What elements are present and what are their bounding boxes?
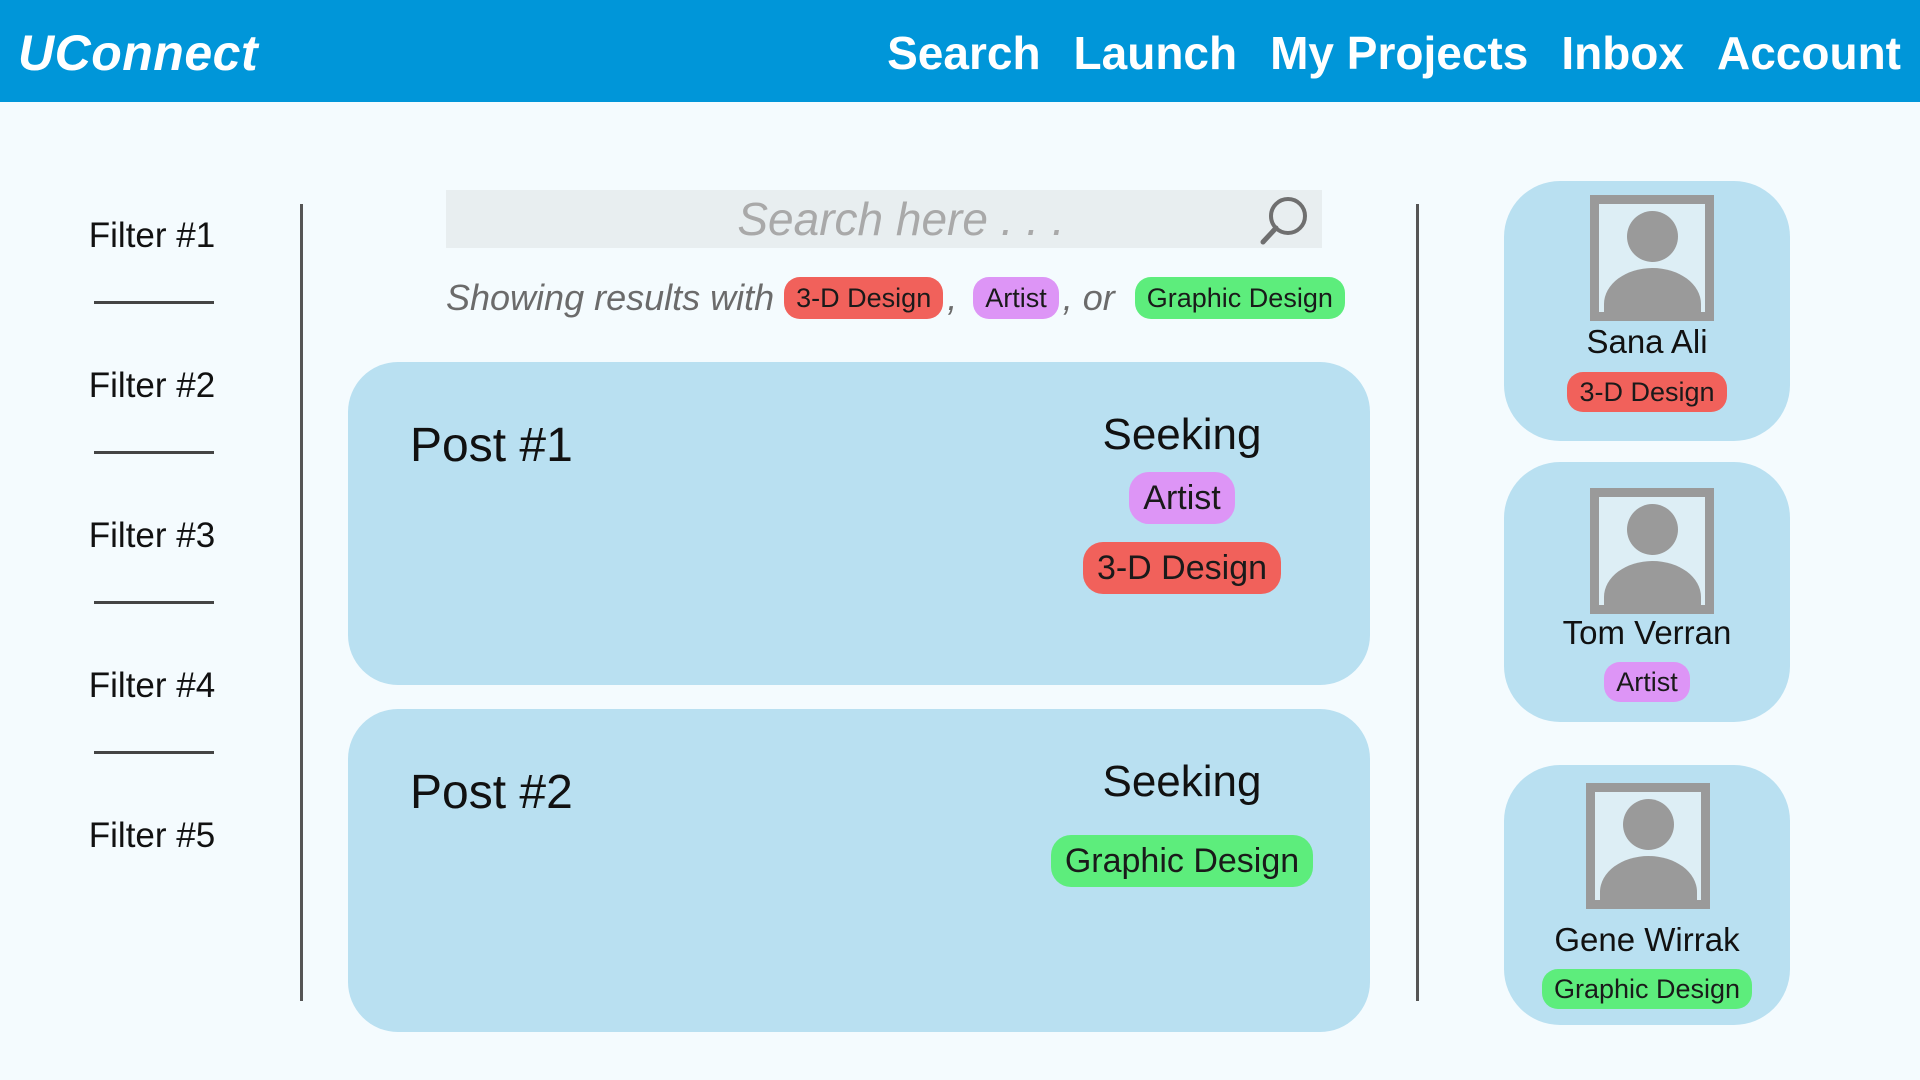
avatar-placeholder-icon — [1586, 783, 1710, 909]
results-summary: Showing results with 3-D Design , Artist… — [446, 276, 1345, 320]
results-separator: , — [947, 277, 958, 318]
filter-3[interactable]: Filter #3 — [82, 516, 222, 556]
filter-1[interactable]: Filter #1 — [82, 216, 222, 256]
profile-tag-3d-design[interactable]: 3-D Design — [1567, 372, 1727, 412]
nav-account[interactable]: Account — [1717, 26, 1901, 80]
profile-name: Gene Wirrak — [1554, 921, 1740, 958]
filter-divider — [94, 301, 214, 304]
search-icon[interactable] — [1258, 194, 1312, 248]
search-input[interactable] — [446, 190, 1226, 248]
seeking-section: Seeking Graphic Design — [1022, 757, 1342, 905]
active-tag-3d-design[interactable]: 3-D Design — [784, 277, 944, 319]
post-title: Post #1 — [410, 419, 573, 472]
app-logo[interactable]: UConnect — [18, 24, 258, 82]
filter-4[interactable]: Filter #4 — [82, 666, 222, 706]
nav-inbox[interactable]: Inbox — [1561, 26, 1684, 80]
results-prefix: Showing results with — [446, 277, 775, 318]
filter-divider — [94, 601, 214, 604]
nav-launch[interactable]: Launch — [1074, 26, 1238, 80]
seeking-label: Seeking — [1102, 757, 1262, 806]
active-tag-graphic-design[interactable]: Graphic Design — [1134, 277, 1345, 319]
top-nav-bar: UConnect Search Launch My Projects Inbox… — [0, 0, 1920, 102]
seeking-tag-3d-design[interactable]: 3-D Design — [1082, 542, 1282, 594]
filter-divider — [94, 451, 214, 454]
main-nav: Search Launch My Projects Inbox Account — [887, 26, 1901, 80]
profile-card[interactable]: Tom Verran Artist — [1504, 462, 1790, 722]
avatar-placeholder-icon — [1590, 195, 1714, 321]
seeking-tag-graphic-design[interactable]: Graphic Design — [1050, 835, 1314, 887]
active-tag-artist[interactable]: Artist — [973, 277, 1059, 319]
seeking-label: Seeking — [1102, 410, 1262, 459]
right-divider — [1416, 204, 1419, 1001]
profile-tag-graphic-design[interactable]: Graphic Design — [1541, 969, 1753, 1009]
profile-tag-artist[interactable]: Artist — [1604, 662, 1690, 702]
filter-2[interactable]: Filter #2 — [82, 366, 222, 406]
left-divider — [300, 204, 303, 1001]
profile-name: Sana Ali — [1586, 323, 1708, 360]
filter-divider — [94, 751, 214, 754]
profile-card[interactable]: Sana Ali 3-D Design — [1504, 181, 1790, 441]
post-card[interactable]: Post #2 Seeking Graphic Design — [348, 709, 1370, 1032]
profile-card[interactable]: Gene Wirrak Graphic Design — [1504, 765, 1790, 1025]
post-title: Post #2 — [410, 766, 573, 819]
profile-name: Tom Verran — [1562, 614, 1732, 651]
seeking-tag-artist[interactable]: Artist — [1129, 472, 1235, 524]
filter-5[interactable]: Filter #5 — [82, 816, 222, 856]
avatar-placeholder-icon — [1590, 488, 1714, 614]
nav-search[interactable]: Search — [887, 26, 1040, 80]
seeking-section: Seeking Artist 3-D Design — [1022, 410, 1342, 612]
post-card[interactable]: Post #1 Seeking Artist 3-D Design — [348, 362, 1370, 685]
search-bar — [446, 190, 1322, 248]
nav-my-projects[interactable]: My Projects — [1270, 26, 1528, 80]
results-separator: , or — [1062, 277, 1115, 318]
